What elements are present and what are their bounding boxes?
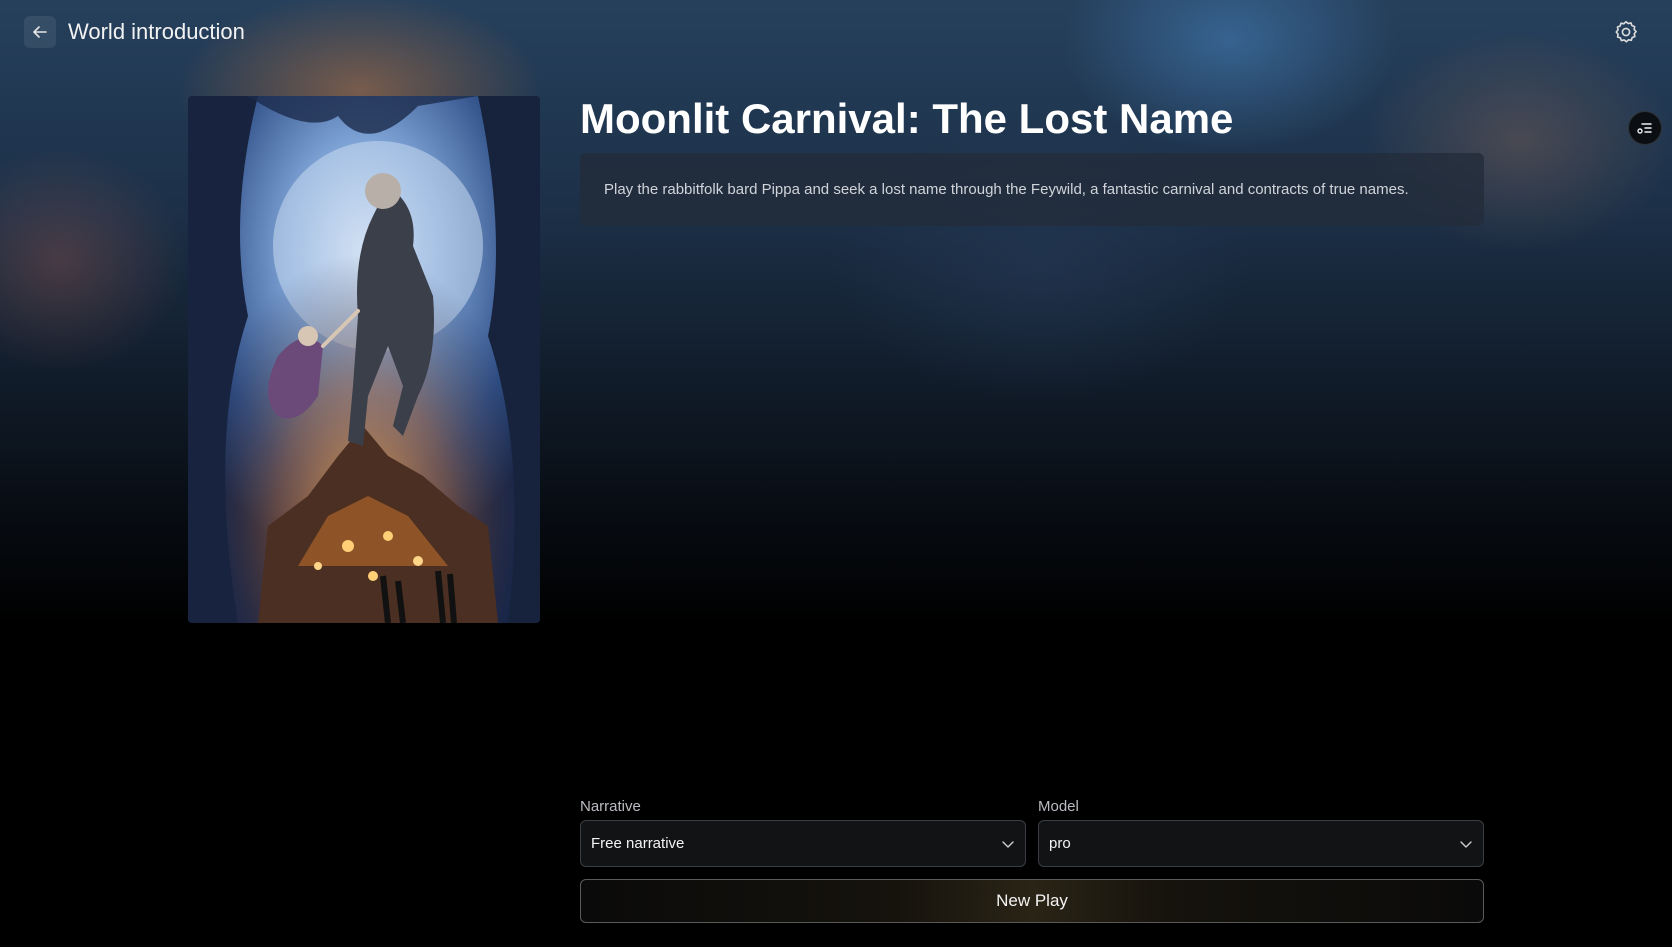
world-title: Moonlit Carnival: The Lost Name [580,95,1234,142]
model-select[interactable]: pro [1038,820,1484,867]
world-cover-image [188,96,540,623]
new-play-label: New Play [996,891,1068,910]
narrative-select[interactable]: Free narrative [580,820,1026,867]
chevron-down-icon [1002,840,1014,848]
model-label: Model [1038,798,1079,815]
chevron-down-icon [1460,840,1472,848]
model-select-value: pro [1049,835,1071,852]
world-description-panel: Play the rabbitfolk bard Pippa and seek … [580,153,1484,226]
new-play-button[interactable]: New Play [580,879,1484,923]
back-button[interactable] [24,16,56,48]
top-bar: World introduction [0,0,1672,64]
narrative-label: Narrative [580,798,641,815]
settings-button[interactable] [1610,16,1642,48]
side-panel-toggle-button[interactable] [1628,111,1662,145]
page-title: World introduction [68,19,245,44]
arrow-left-icon [33,26,47,38]
tune-list-icon [1637,123,1652,134]
gear-icon [1615,20,1637,43]
world-description: Play the rabbitfolk bard Pippa and seek … [604,181,1409,198]
world-introduction-page: World introduction Moonlit Carnival: The… [0,0,1672,947]
narrative-select-value: Free narrative [591,835,685,852]
